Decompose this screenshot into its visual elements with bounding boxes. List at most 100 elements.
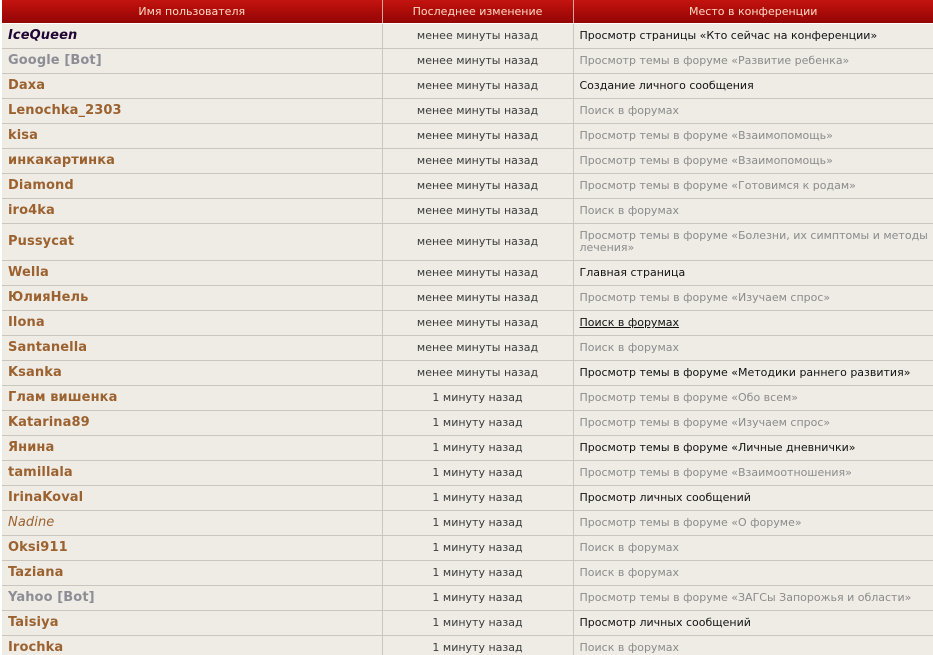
table-row: Oksi911 1 минуту назад Поиск в форумах [2,535,933,561]
username-link[interactable]: Lenochka_2303 [2,98,383,124]
table-header: Имя пользователя Последнее изменение Мес… [2,0,933,24]
last-change-time: менее минуты назад [382,310,574,336]
last-change-time: менее минуты назад [382,98,574,124]
location-link[interactable]: Просмотр темы в форуме «Взаимопомощь» [573,148,933,174]
location-link[interactable]: Просмотр темы в форуме «Методики раннего… [573,360,933,386]
location-link[interactable]: Поиск в форумах [573,535,933,561]
table-row: iro4ka менее минуты назад Поиск в форума… [2,198,933,224]
table-row: Lenochka_2303 менее минуты назад Поиск в… [2,98,933,124]
username-link[interactable]: Diamond [2,173,383,199]
table-row: tamillala 1 минуту назад Просмотр темы в… [2,460,933,486]
location-link[interactable]: Просмотр темы в форуме «Болезни, их симп… [573,223,933,261]
location-link[interactable]: Поиск в форумах [573,310,933,336]
username-link[interactable]: Taziana [2,560,383,586]
last-change-time: менее минуты назад [382,48,574,74]
last-change-time: менее минуты назад [382,335,574,361]
last-change-time: 1 минуту назад [382,535,574,561]
username-link[interactable]: ЮлияНель [2,285,383,311]
last-change-time: 1 минуту назад [382,435,574,461]
table-row: Taziana 1 минуту назад Поиск в форумах [2,560,933,586]
username-link[interactable]: Oksi911 [2,535,383,561]
table-row: Google [Bot] менее минуты назад Просмотр… [2,48,933,74]
table-row: Ksanka менее минуты назад Просмотр темы … [2,360,933,386]
table-row: Katarina89 1 минуту назад Просмотр темы … [2,410,933,436]
location-link[interactable]: Просмотр темы в форуме «Изучаем спрос» [573,410,933,436]
username-link[interactable]: Ksanka [2,360,383,386]
username-link[interactable]: Santanella [2,335,383,361]
last-change-time: менее минуты назад [382,173,574,199]
table-row: инкакартинка менее минуты назад Просмотр… [2,148,933,174]
username-link[interactable]: iro4ka [2,198,383,224]
username-link[interactable]: Taisiya [2,610,383,636]
last-change-time: менее минуты назад [382,223,574,261]
last-change-time: 1 минуту назад [382,385,574,411]
table-row: Irochka 1 минуту назад Поиск в форумах [2,635,933,655]
username-link[interactable]: Daxa [2,73,383,99]
last-change-time: 1 минуту назад [382,510,574,536]
username-link[interactable]: Google [Bot] [2,48,383,74]
table-row: Nadine 1 минуту назад Просмотр темы в фо… [2,510,933,536]
table-row: Янина 1 минуту назад Просмотр темы в фор… [2,435,933,461]
location-link[interactable]: Поиск в форумах [573,198,933,224]
last-change-time: менее минуты назад [382,260,574,286]
table-row: kisa менее минуты назад Просмотр темы в … [2,123,933,149]
location-link[interactable]: Просмотр темы в форуме «О форуме» [573,510,933,536]
username-link[interactable]: IrinaKoval [2,485,383,511]
location-link[interactable]: Просмотр темы в форуме «ЗАГСы Запорожья … [573,585,933,611]
table-row: Pussycat менее минуты назад Просмотр тем… [2,223,933,261]
location-link[interactable]: Просмотр темы в форуме «Развитие ребенка… [573,48,933,74]
table-body: IceQueen менее минуты назад Просмотр стр… [2,23,933,655]
location-link[interactable]: Поиск в форумах [573,560,933,586]
table-row: Diamond менее минуты назад Просмотр темы… [2,173,933,199]
last-change-time: менее минуты назад [382,360,574,386]
location-link[interactable]: Просмотр страницы «Кто сейчас на конфере… [573,23,933,49]
column-header-location[interactable]: Место в конференции [573,0,933,24]
username-link[interactable]: IceQueen [2,23,383,49]
location-link[interactable]: Просмотр темы в форуме «Обо всем» [573,385,933,411]
table-row: IrinaKoval 1 минуту назад Просмотр личны… [2,485,933,511]
table-row: ЮлияНель менее минуты назад Просмотр тем… [2,285,933,311]
username-link[interactable]: Katarina89 [2,410,383,436]
location-link[interactable]: Поиск в форумах [573,635,933,655]
username-link[interactable]: tamillala [2,460,383,486]
last-change-time: 1 минуту назад [382,610,574,636]
column-header-last-change[interactable]: Последнее изменение [382,0,574,24]
table-row: Yahoo [Bot] 1 минуту назад Просмотр темы… [2,585,933,611]
location-link[interactable]: Просмотр темы в форуме «Взаимоотношения» [573,460,933,486]
username-link[interactable]: Wella [2,260,383,286]
location-link[interactable]: Просмотр личных сообщений [573,485,933,511]
last-change-time: менее минуты назад [382,23,574,49]
username-link[interactable]: Ilona [2,310,383,336]
last-change-time: менее минуты назад [382,123,574,149]
username-link[interactable]: Irochka [2,635,383,655]
table-row: Wella менее минуты назад Главная страниц… [2,260,933,286]
table-row: Глам вишенка 1 минуту назад Просмотр тем… [2,385,933,411]
last-change-time: 1 минуту назад [382,560,574,586]
location-link[interactable]: Создание личного сообщения [573,73,933,99]
username-link[interactable]: Янина [2,435,383,461]
location-link[interactable]: Главная страница [573,260,933,286]
location-link[interactable]: Просмотр темы в форуме «Изучаем спрос» [573,285,933,311]
who-is-online-page: Имя пользователя Последнее изменение Мес… [0,0,933,655]
last-change-time: 1 минуту назад [382,410,574,436]
location-link[interactable]: Поиск в форумах [573,335,933,361]
username-link[interactable]: Yahoo [Bot] [2,585,383,611]
location-link[interactable]: Поиск в форумах [573,98,933,124]
column-header-username[interactable]: Имя пользователя [2,0,383,24]
username-link[interactable]: Nadine [2,510,383,536]
last-change-time: менее минуты назад [382,285,574,311]
username-link[interactable]: Глам вишенка [2,385,383,411]
table-row: IceQueen менее минуты назад Просмотр стр… [2,23,933,49]
table-row: Taisiya 1 минуту назад Просмотр личных с… [2,610,933,636]
location-link[interactable]: Просмотр личных сообщений [573,610,933,636]
username-link[interactable]: инкакартинка [2,148,383,174]
table-row: Santanella менее минуты назад Поиск в фо… [2,335,933,361]
username-link[interactable]: kisa [2,123,383,149]
username-link[interactable]: Pussycat [2,223,383,261]
last-change-time: менее минуты назад [382,73,574,99]
last-change-time: менее минуты назад [382,148,574,174]
location-link[interactable]: Просмотр темы в форуме «Личные дневнички… [573,435,933,461]
location-link[interactable]: Просмотр темы в форуме «Готовимся к рода… [573,173,933,199]
last-change-time: 1 минуту назад [382,635,574,655]
location-link[interactable]: Просмотр темы в форуме «Взаимопомощь» [573,123,933,149]
